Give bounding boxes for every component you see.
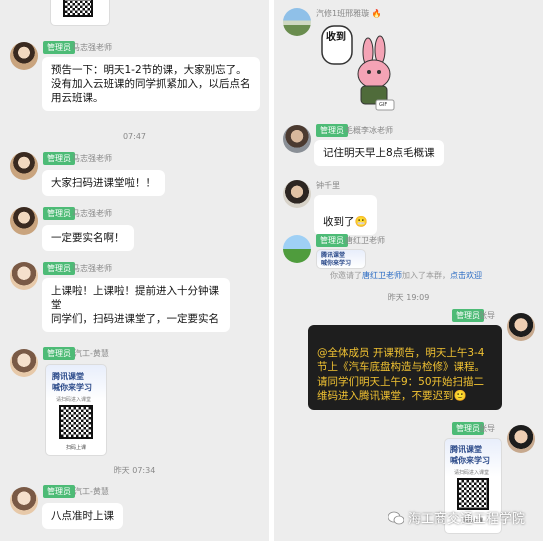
sender-name: 张导 xyxy=(479,424,495,433)
admin-badge: 管理员 xyxy=(43,262,75,275)
message-text: 收到了 xyxy=(323,216,355,228)
message-bubble[interactable]: 一定要实名啊！ xyxy=(42,225,134,251)
sender-name: 毛概李冰老师 xyxy=(345,126,393,135)
sender-name: 马志强老师 xyxy=(72,154,112,163)
qr-card-subtitle: 请扫码进入课堂 xyxy=(454,470,490,476)
left-chat-panel: 管理员 马志强老师 预告一下：明天1-2节的课，大家别忘了。 没有加入云班课的同… xyxy=(0,0,269,541)
timestamp: 07:47 xyxy=(122,132,147,141)
qr-code-image xyxy=(63,0,93,17)
qr-card-title: 腾讯课堂 喊你来学习 xyxy=(450,444,490,465)
wechat-icon xyxy=(388,511,404,524)
admin-badge: 管理员 xyxy=(43,347,75,360)
sender-name: 汽修1班邢雅璇 🔥 xyxy=(316,7,382,20)
avatar[interactable] xyxy=(10,42,38,70)
avatar[interactable] xyxy=(283,125,311,153)
message-bubble[interactable]: 预告一下：明天1-2节的课，大家别忘了。 没有加入云班课的同学抓紧加入，以后点名… xyxy=(42,57,260,111)
system-note-name[interactable]: 唐红卫老师 xyxy=(362,271,402,280)
admin-badge: 管理员 xyxy=(43,41,75,54)
timestamp: 昨天 07:34 xyxy=(113,466,156,475)
qr-card-subtitle: 请扫码进入课堂 xyxy=(56,397,92,403)
message-bubble[interactable]: 八点准时上课 xyxy=(42,503,123,529)
mini-card-title: 腾讯课堂 喊你来学习 xyxy=(321,252,352,267)
system-note: 你邀请了唐红卫老师加入了本群，点击欢迎 xyxy=(330,270,482,281)
sender-name: 马志强老师 xyxy=(72,209,112,218)
admin-badge: 管理员 xyxy=(43,207,75,220)
qr-code-image xyxy=(59,405,93,439)
sender-name: 张导 xyxy=(479,311,495,320)
avatar[interactable] xyxy=(283,180,311,208)
sender-name: 马志强老师 xyxy=(72,43,112,52)
mini-qr-card[interactable]: 腾讯课堂 喊你来学习 xyxy=(316,249,366,269)
welcome-link[interactable]: 点击欢迎 xyxy=(450,271,482,280)
sender-name: 钟千里 xyxy=(316,181,340,190)
rabbit-sticker[interactable]: 收到 GIF xyxy=(316,22,402,112)
qr-code-image xyxy=(457,478,489,510)
sender-name: 马志强老师 xyxy=(72,264,112,273)
grin-emoji-icon: 😬 xyxy=(354,216,368,228)
sender-name: 汽工-黄慧 xyxy=(74,349,109,358)
avatar[interactable] xyxy=(507,313,535,341)
qr-card-title: 腾讯课堂 喊你来学习 xyxy=(52,371,92,392)
system-note-middle: 加入了本群， xyxy=(402,271,450,280)
qr-card-footer: 扫码上课 xyxy=(66,445,87,451)
sender-name: 汽工-黄慧 xyxy=(74,487,109,496)
message-bubble[interactable]: 记住明天早上8点毛概课 xyxy=(314,140,444,166)
message-bubble[interactable]: 大家扫码进课堂啦！！ xyxy=(42,170,165,196)
message-bubble[interactable]: 上课啦！上课啦！提前进入十分钟课堂 同学们，扫码进课堂了，一定要实名 xyxy=(42,278,230,332)
avatar[interactable] xyxy=(10,262,38,290)
admin-badge: 管理员 xyxy=(316,124,348,137)
avatar[interactable] xyxy=(283,235,311,263)
sticker-text: 收到 xyxy=(326,32,346,43)
admin-badge: 管理员 xyxy=(43,152,75,165)
system-note-prefix: 你邀请了 xyxy=(330,271,362,280)
fire-icon: 🔥 xyxy=(371,9,382,18)
avatar[interactable] xyxy=(10,152,38,180)
timestamp: 昨天 19:09 xyxy=(387,293,430,302)
watermark-text: 海工商交通工程学院 xyxy=(408,512,526,527)
gif-tag: GIF xyxy=(379,102,388,108)
sender-name-text: 汽修1班邢雅璇 xyxy=(316,9,370,18)
admin-badge: 管理员 xyxy=(316,234,348,247)
sender-name: 唐红卫老师 xyxy=(345,236,385,245)
right-chat-panel: 汽修1班邢雅璇 🔥 收到 GIF 管理员 毛概李冰老师 记住明天早上8点毛概课 … xyxy=(274,0,543,541)
avatar[interactable] xyxy=(10,349,38,377)
smile-emoji-icon: 🙂 xyxy=(453,390,467,402)
qr-card-partial[interactable] xyxy=(50,0,110,26)
avatar[interactable] xyxy=(10,207,38,235)
avatar[interactable] xyxy=(10,487,38,515)
avatar[interactable] xyxy=(507,425,535,453)
avatar[interactable] xyxy=(283,8,311,36)
watermark: 海工商交通工程学院 xyxy=(388,508,525,527)
qr-image-card[interactable]: 腾讯课堂 喊你来学习 请扫码进入课堂 扫码上课 xyxy=(45,364,107,456)
message-bubble[interactable]: @全体成员 开课预告，明天上午3-4节上《汽车底盘构造与检修》课程。请同学们明天… xyxy=(308,325,502,410)
message-bubble[interactable]: 收到了😬 xyxy=(314,195,377,235)
admin-badge: 管理员 xyxy=(43,485,75,498)
